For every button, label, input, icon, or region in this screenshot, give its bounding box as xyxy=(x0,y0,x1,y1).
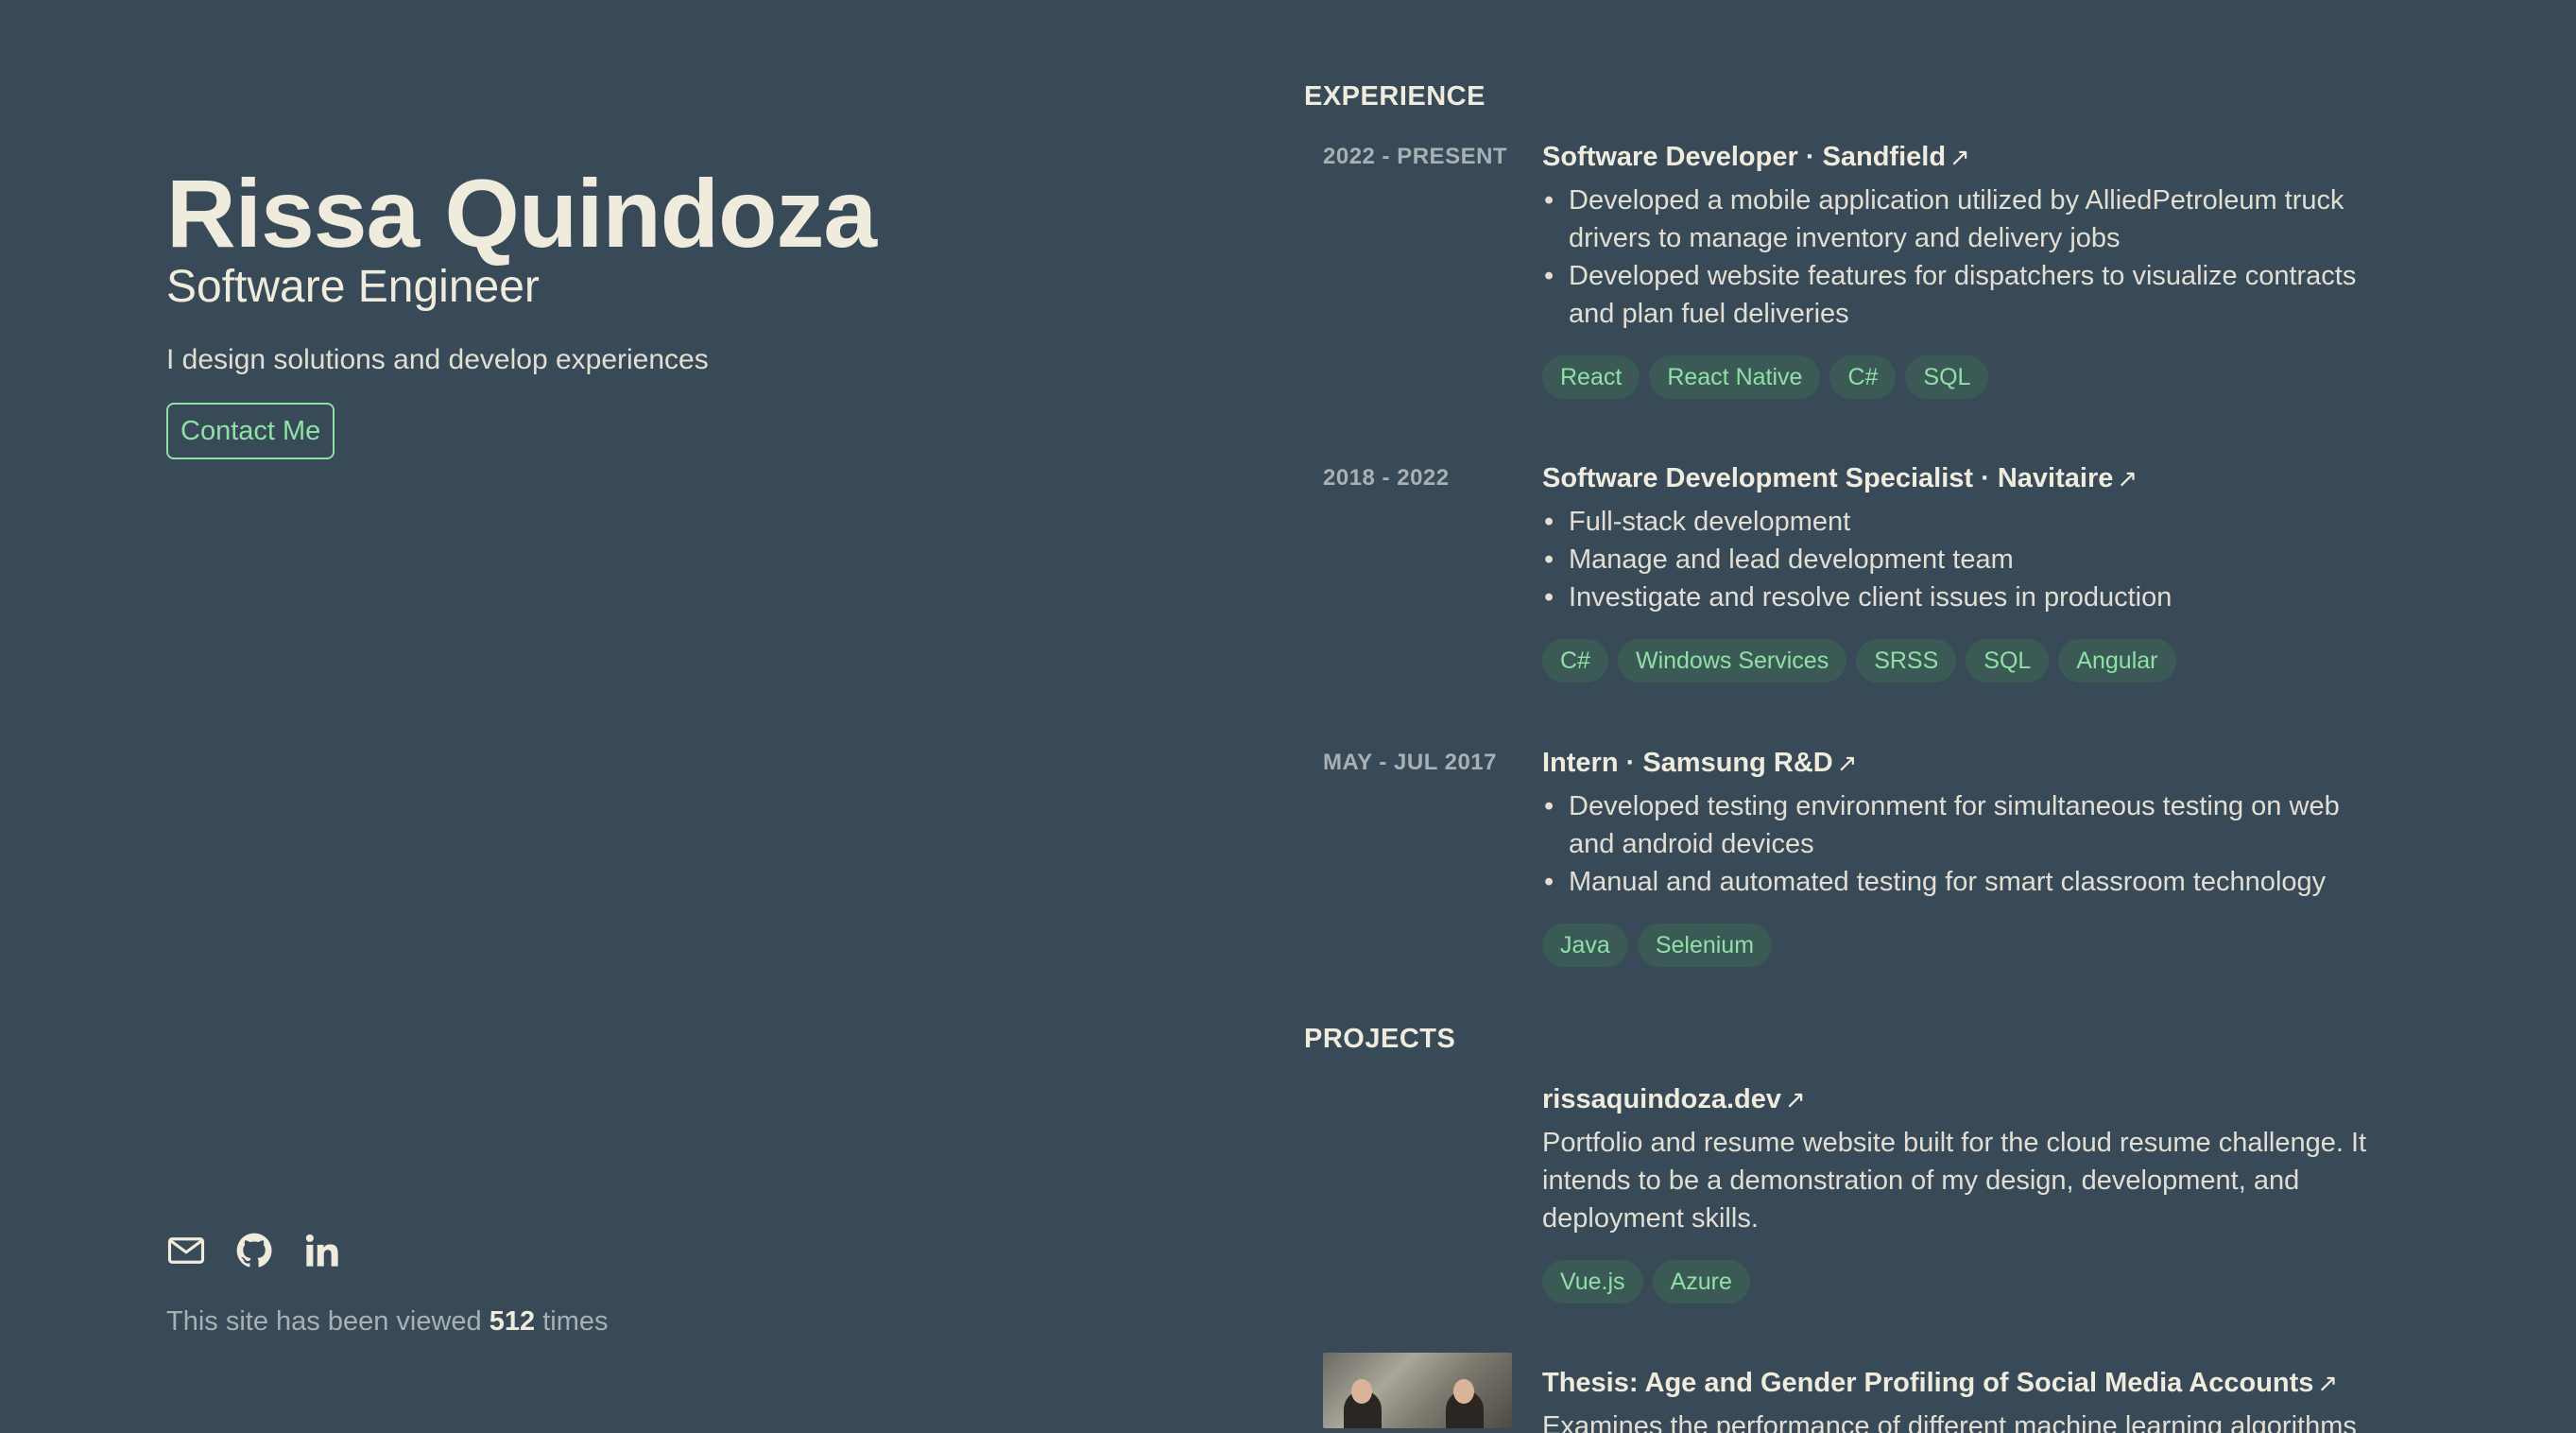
project-title-link[interactable]: Thesis: Age and Gender Profiling of Soci… xyxy=(1542,1364,2393,1402)
tech-tag: C# xyxy=(1542,639,1608,682)
external-link-icon: ↗ xyxy=(1785,1085,1806,1114)
github-icon[interactable] xyxy=(234,1231,274,1270)
view-counter-prefix: This site has been viewed xyxy=(166,1306,482,1337)
tech-tag: Azure xyxy=(1652,1260,1750,1304)
resume-panel: EXPERIENCE 2022 - PRESENT Software Devel… xyxy=(1304,0,2419,1433)
tech-tags: Vue.js Azure xyxy=(1542,1260,2393,1304)
experience-title-link[interactable]: Software Development Specialist · Navita… xyxy=(1542,459,2393,497)
profile-name: Rissa Quindoza xyxy=(166,160,877,268)
project-description: Examines the performance of different ma… xyxy=(1542,1411,2357,1433)
tech-tag: SQL xyxy=(1905,355,1989,399)
tech-tag: Windows Services xyxy=(1617,639,1847,682)
tech-tag: Java xyxy=(1542,924,1628,967)
social-links xyxy=(166,1231,342,1270)
tech-tags: React React Native C# SQL xyxy=(1542,355,2393,399)
project-title-link[interactable]: rissaquindoza.dev ↗ xyxy=(1542,1080,2393,1118)
external-link-icon: ↗ xyxy=(1836,749,1858,777)
experience-date: 2018 - 2022 xyxy=(1323,465,1450,491)
experience-bullets: Developed a mobile application utilized … xyxy=(1542,181,2393,333)
external-link-icon: ↗ xyxy=(2317,1369,2339,1397)
tech-tag: React xyxy=(1542,355,1640,399)
bullet-item: Developed testing environment for simult… xyxy=(1542,787,2393,863)
profile-panel: Rissa Quindoza Software Engineer I desig… xyxy=(166,0,1206,1433)
experience-title: Software Development Specialist · Navita… xyxy=(1542,463,2114,493)
experience-title: Intern · Samsung R&D xyxy=(1542,748,1833,778)
experience-bullets: Developed testing environment for simult… xyxy=(1542,787,2393,901)
project-title: Thesis: Age and Gender Profiling of Soci… xyxy=(1542,1368,2314,1398)
mail-icon[interactable] xyxy=(166,1231,206,1270)
experience-title-link[interactable]: Software Developer · Sandfield ↗ xyxy=(1542,138,2393,176)
tech-tags: C# Windows Services SRSS SQL Angular xyxy=(1542,639,2393,682)
tech-tag: Vue.js xyxy=(1542,1260,1643,1304)
bullet-item: Developed website features for dispatche… xyxy=(1542,257,2393,333)
view-count: 512 xyxy=(489,1306,536,1337)
project-title: rissaquindoza.dev xyxy=(1542,1084,1782,1114)
contact-me-button[interactable]: Contact Me xyxy=(166,403,335,459)
experience-bullets: Full-stack development Manage and lead d… xyxy=(1542,503,2393,616)
experience-title-link[interactable]: Intern · Samsung R&D ↗ xyxy=(1542,744,2393,782)
linkedin-icon[interactable] xyxy=(302,1231,342,1270)
profile-role: Software Engineer xyxy=(166,262,540,312)
bullet-item: Developed a mobile application utilized … xyxy=(1542,181,2393,257)
tech-tag: SRSS xyxy=(1856,639,1957,682)
experience-date: 2022 - PRESENT xyxy=(1323,144,1508,169)
experience-date: MAY - JUL 2017 xyxy=(1323,750,1497,775)
tech-tags: Java Selenium xyxy=(1542,924,2393,967)
project-description: Portfolio and resume website built for t… xyxy=(1542,1128,2367,1234)
tech-tag: React Native xyxy=(1649,355,1821,399)
external-link-icon: ↗ xyxy=(1949,143,1970,171)
tech-tag: C# xyxy=(1829,355,1897,399)
bullet-item: Manage and lead development team xyxy=(1542,541,2393,578)
bullet-item: Manual and automated testing for smart c… xyxy=(1542,863,2393,901)
experience-heading: EXPERIENCE xyxy=(1304,81,1485,112)
tech-tag: Selenium xyxy=(1637,924,1773,967)
tech-tag: Angular xyxy=(2058,639,2176,682)
tech-tag: SQL xyxy=(1966,639,2050,682)
projects-heading: PROJECTS xyxy=(1304,1024,1456,1054)
profile-tagline: I design solutions and develop experienc… xyxy=(166,344,709,375)
external-link-icon: ↗ xyxy=(2117,464,2138,492)
project-thumbnail[interactable] xyxy=(1323,1353,1512,1428)
view-counter: This site has been viewed 512 times xyxy=(166,1306,609,1338)
view-counter-suffix: times xyxy=(542,1306,609,1337)
experience-title: Software Developer · Sandfield xyxy=(1542,142,1947,172)
bullet-item: Investigate and resolve client issues in… xyxy=(1542,578,2393,616)
bullet-item: Full-stack development xyxy=(1542,503,2393,541)
